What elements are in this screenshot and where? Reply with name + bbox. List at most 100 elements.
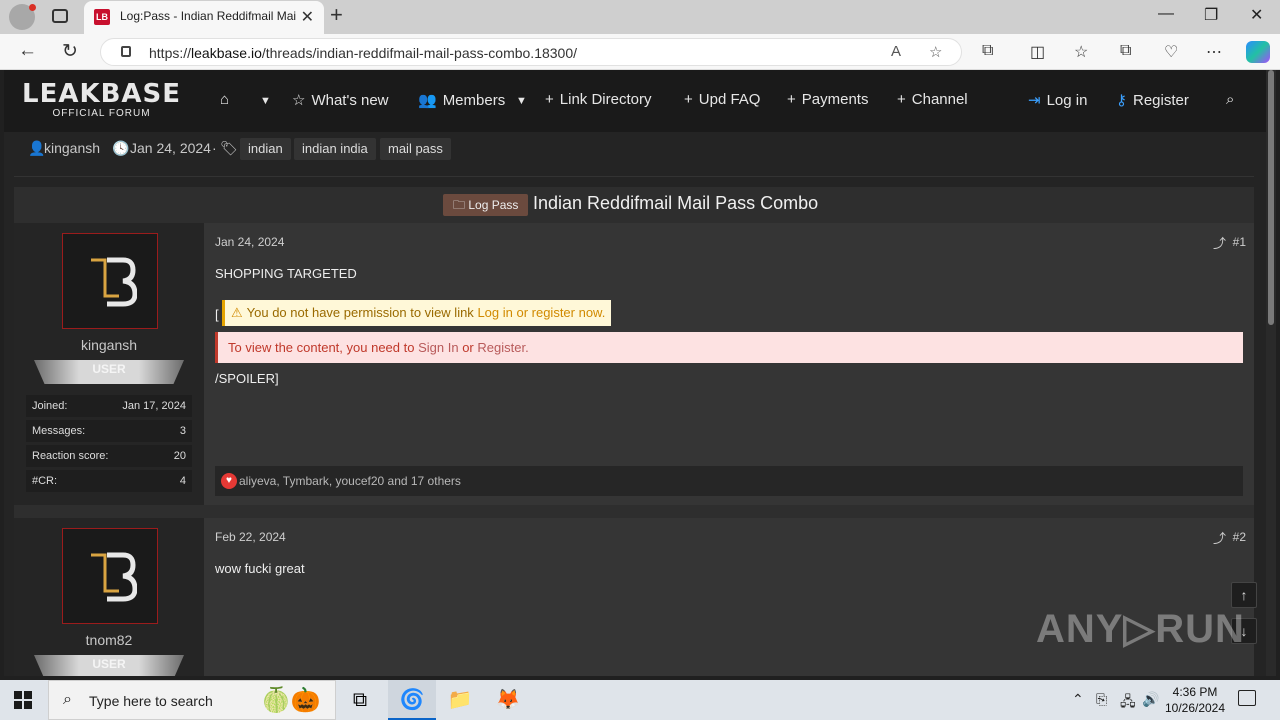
avatar[interactable] bbox=[62, 528, 158, 624]
url-text[interactable]: https://leakbase.io/threads/indian-reddi… bbox=[149, 45, 577, 61]
restore-button[interactable]: ❐ bbox=[1204, 5, 1218, 25]
favorite-star-icon[interactable]: ☆ bbox=[929, 43, 942, 61]
heart-icon: ♥ bbox=[221, 473, 237, 489]
site-header: LEAKBASE OFFICIAL FORUM ⌂ ▼ ☆ What's new … bbox=[4, 70, 1266, 132]
folder-icon: 🗀 bbox=[453, 198, 469, 212]
register-label: Register bbox=[1133, 92, 1189, 109]
meta-separator: · bbox=[212, 140, 217, 156]
register-link[interactable]: ⚷ Register bbox=[1116, 91, 1189, 109]
tag-indian-india[interactable]: indian india bbox=[294, 138, 376, 160]
members-dropdown-chevron-icon[interactable]: ▼ bbox=[516, 95, 527, 107]
login-label: Log in bbox=[1046, 92, 1088, 109]
anyrun-watermark: ANY▷RUN bbox=[1036, 607, 1245, 651]
register-link-inline[interactable]: Register. bbox=[477, 340, 528, 355]
windows-taskbar: ⌕ Type here to search 🍈🎃 ⧉ 🌀 📁 🦊 ⌃ ⎘ 🖧 🔊… bbox=[0, 680, 1280, 720]
new-tab-button[interactable]: + bbox=[330, 2, 343, 28]
scroll-thumb[interactable] bbox=[1268, 70, 1274, 325]
read-aloud-icon[interactable]: A bbox=[891, 43, 901, 60]
stat-value: 20 bbox=[173, 450, 186, 462]
prefix-label: Log Pass bbox=[468, 198, 519, 212]
thread-prefix-badge[interactable]: 🗀 Log Pass bbox=[443, 194, 529, 216]
nav-channel[interactable]: + Channel bbox=[897, 91, 968, 108]
permission-notice: ⚠ You do not have permission to view link… bbox=[222, 300, 612, 326]
login-link[interactable]: ⇥ Log in bbox=[1028, 91, 1087, 109]
profile-icon[interactable] bbox=[9, 4, 36, 30]
tab-actions-icon[interactable] bbox=[52, 9, 68, 23]
minimize-button[interactable]: — bbox=[1158, 5, 1174, 23]
thread-author-link[interactable]: kingansh bbox=[44, 140, 100, 156]
thread-date[interactable]: Jan 24, 2024 bbox=[130, 140, 211, 156]
plus-icon: + bbox=[684, 91, 693, 108]
nav-whats-new[interactable]: ☆ What's new bbox=[292, 91, 389, 109]
post-number[interactable]: #2 bbox=[1233, 530, 1246, 544]
extensions-icon[interactable]: ⧉ bbox=[982, 42, 993, 60]
thread-title-row: 🗀 Log Pass Indian Reddifmail Mail Pass C… bbox=[14, 187, 1254, 223]
page-scrollbar[interactable] bbox=[1266, 70, 1276, 676]
share-icon[interactable]: ⤴ bbox=[1213, 528, 1226, 547]
leakbase-favicon-icon: LB bbox=[94, 9, 110, 25]
nav-payments-label: Payments bbox=[801, 91, 869, 108]
browser-tab[interactable]: LB Log:Pass - Indian Reddifmail Mai ✕ bbox=[84, 1, 324, 34]
share-icon[interactable]: ⤴ bbox=[1213, 233, 1226, 252]
taskbar-clock[interactable]: 4:36 PM 10/26/2024 bbox=[1160, 684, 1230, 716]
back-button[interactable]: ← bbox=[18, 40, 37, 62]
notifications-icon[interactable] bbox=[1238, 690, 1256, 706]
logo-sub-text: OFFICIAL FORUM bbox=[52, 108, 151, 119]
avatar[interactable] bbox=[62, 233, 158, 329]
login-register-link[interactable]: Log in or register now. bbox=[477, 305, 605, 320]
username[interactable]: tnom82 bbox=[14, 632, 204, 648]
nav-members[interactable]: 👥 Members bbox=[418, 91, 505, 109]
taskbar-search[interactable]: ⌕ Type here to search 🍈🎃 bbox=[48, 680, 336, 720]
more-menu-icon[interactable]: ⋯ bbox=[1206, 42, 1222, 62]
members-icon: 👥 bbox=[418, 92, 437, 109]
post-date[interactable]: Feb 22, 2024 bbox=[215, 530, 286, 544]
nav-members-label: Members bbox=[442, 92, 506, 109]
windows-start-icon[interactable] bbox=[14, 691, 32, 709]
task-view-icon[interactable]: ⧉ bbox=[346, 686, 374, 714]
stat-key: Reaction score: bbox=[32, 450, 109, 462]
post-body: Feb 22, 2024 ⤴ #2 wow fucki great bbox=[204, 518, 1254, 676]
performance-icon[interactable]: ♡ bbox=[1164, 42, 1178, 62]
device-icon[interactable]: ⎘ bbox=[1096, 691, 1107, 708]
nav-upd-faq-label: Upd FAQ bbox=[698, 91, 761, 108]
nav-link-directory[interactable]: + Link Directory bbox=[545, 91, 651, 108]
home-dropdown-chevron-icon[interactable]: ▼ bbox=[260, 95, 271, 107]
site-logo[interactable]: LEAKBASE OFFICIAL FORUM bbox=[22, 80, 181, 119]
file-explorer-icon[interactable]: 📁 bbox=[446, 686, 474, 714]
tab-title: Log:Pass - Indian Reddifmail Mai bbox=[120, 9, 296, 23]
nav-upd-faq[interactable]: + Upd FAQ bbox=[684, 91, 760, 108]
reactions-bar[interactable]: ♥ aliyeva, Tymbark, youcef20 and 17 othe… bbox=[215, 466, 1243, 496]
volume-icon[interactable]: 🔊 bbox=[1142, 691, 1159, 708]
tag-icon: 🏷 bbox=[220, 140, 238, 156]
search-icon[interactable]: ⌕ bbox=[1226, 91, 1234, 108]
refresh-button[interactable]: ↻ bbox=[62, 40, 78, 63]
tray-overflow-chevron-icon[interactable]: ⌃ bbox=[1072, 691, 1084, 708]
nav-payments[interactable]: + Payments bbox=[787, 91, 868, 108]
url-bar[interactable]: https://leakbase.io/threads/indian-reddi… bbox=[100, 38, 962, 66]
tag-indian[interactable]: indian bbox=[240, 138, 291, 160]
firefox-icon[interactable]: 🦊 bbox=[494, 686, 522, 714]
search-icon: ⌕ bbox=[63, 691, 72, 708]
edge-taskbar-icon[interactable]: 🌀 bbox=[388, 680, 436, 720]
favorites-icon[interactable]: ☆ bbox=[1074, 42, 1088, 62]
warning-icon: ⚠ bbox=[231, 305, 243, 320]
close-tab-icon[interactable]: ✕ bbox=[301, 7, 314, 27]
split-screen-icon[interactable]: ◫ bbox=[1030, 42, 1045, 62]
post-text-line: wow fucki great bbox=[215, 561, 305, 576]
post-number[interactable]: #1 bbox=[1233, 235, 1246, 249]
post-date[interactable]: Jan 24, 2024 bbox=[215, 235, 284, 249]
website-viewport: LEAKBASE OFFICIAL FORUM ⌂ ▼ ☆ What's new … bbox=[4, 70, 1276, 676]
lock-icon[interactable] bbox=[121, 46, 131, 57]
stat-joined: Joined: Jan 17, 2024 bbox=[26, 395, 192, 417]
scroll-top-button[interactable]: ↑ bbox=[1231, 582, 1257, 608]
collections-icon[interactable]: ⧉ bbox=[1120, 42, 1131, 60]
home-icon[interactable]: ⌂ bbox=[220, 91, 229, 108]
post-user-panel: kingansh USER Joined: Jan 17, 2024 Messag… bbox=[14, 223, 204, 505]
sign-in-link[interactable]: Sign In bbox=[418, 340, 458, 355]
network-icon[interactable]: 🖧 bbox=[1120, 691, 1136, 715]
tag-mail-pass[interactable]: mail pass bbox=[380, 138, 451, 160]
username[interactable]: kingansh bbox=[14, 337, 204, 353]
close-window-button[interactable]: ✕ bbox=[1250, 5, 1263, 25]
copilot-icon[interactable] bbox=[1246, 41, 1270, 63]
stat-cr: #CR: 4 bbox=[26, 470, 192, 492]
